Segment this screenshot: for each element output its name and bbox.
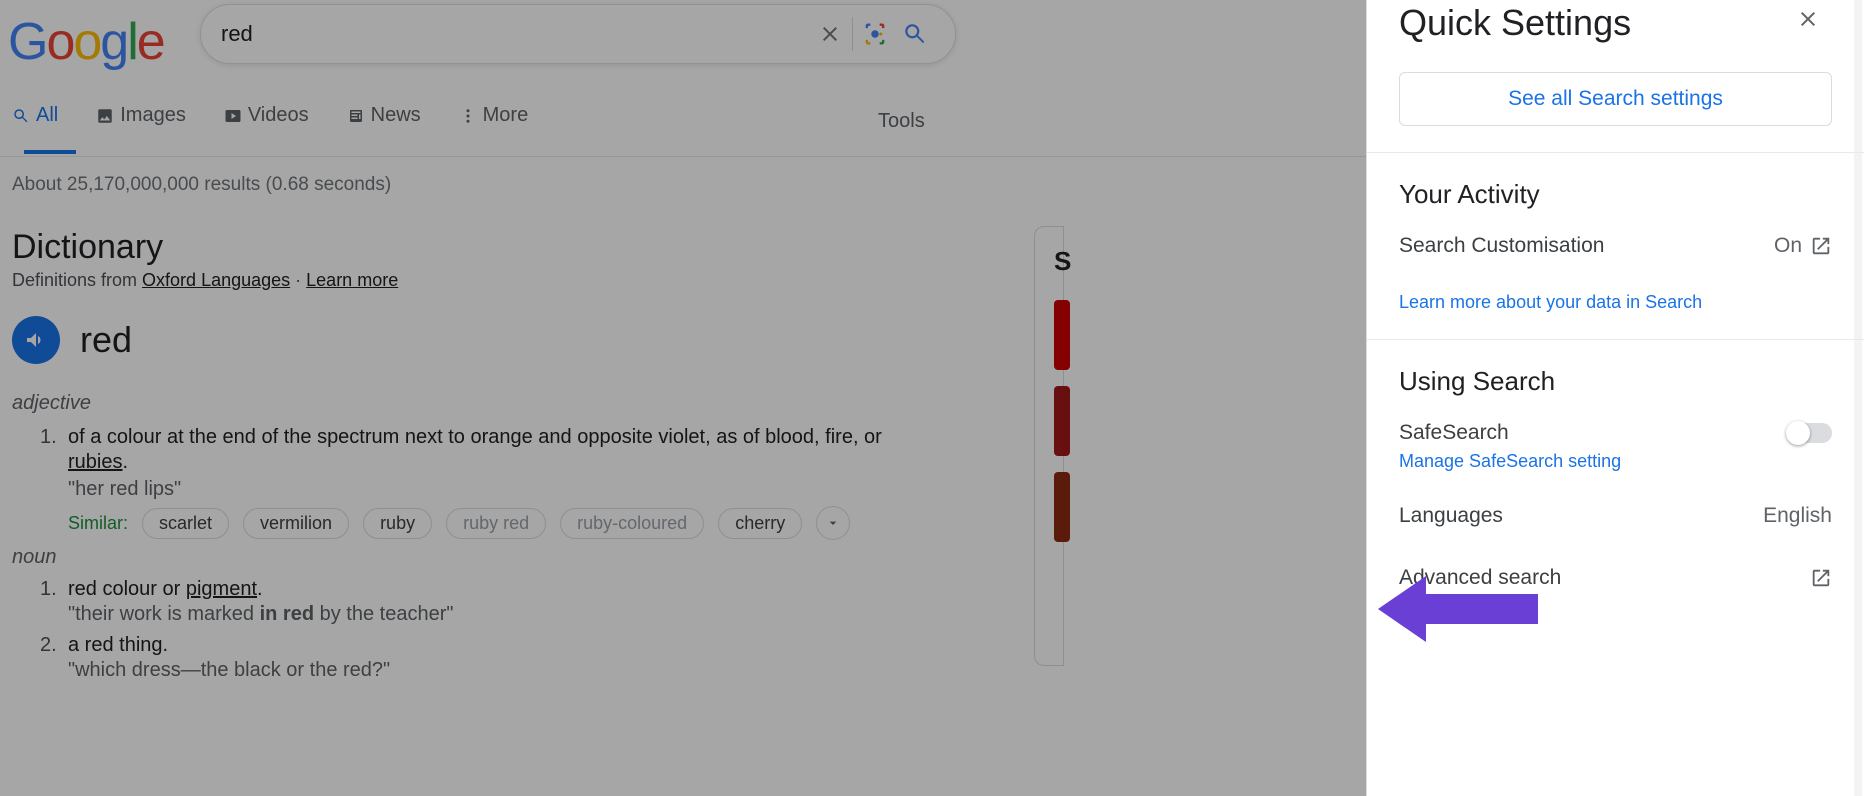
manage-safesearch-link[interactable]: Manage SafeSearch setting [1399, 451, 1621, 472]
open-external-icon [1810, 567, 1832, 589]
safesearch-toggle[interactable] [1788, 423, 1832, 443]
safesearch-row: SafeSearch [1399, 421, 1832, 445]
setting-label: Search Customisation [1399, 234, 1604, 258]
quick-settings-panel: Quick Settings See all Search settings Y… [1366, 0, 1864, 796]
divider [1367, 152, 1864, 153]
divider [1367, 339, 1864, 340]
section-title-using: Using Search [1399, 366, 1832, 397]
see-all-settings-button[interactable]: See all Search settings [1399, 72, 1832, 126]
open-external-icon [1810, 235, 1832, 257]
search-customisation-row[interactable]: Search Customisation On [1399, 234, 1832, 258]
setting-label: Advanced search [1399, 566, 1561, 590]
learn-data-link[interactable]: Learn more about your data in Search [1399, 292, 1702, 313]
close-icon[interactable] [1796, 6, 1820, 38]
panel-title: Quick Settings [1399, 0, 1832, 44]
advanced-search-row[interactable]: Advanced search [1399, 566, 1832, 590]
languages-row[interactable]: Languages English [1399, 504, 1832, 528]
section-title-activity: Your Activity [1399, 179, 1832, 210]
setting-value: English [1763, 504, 1832, 528]
setting-value: On [1774, 234, 1802, 258]
setting-label: SafeSearch [1399, 421, 1509, 445]
setting-label: Languages [1399, 504, 1503, 528]
